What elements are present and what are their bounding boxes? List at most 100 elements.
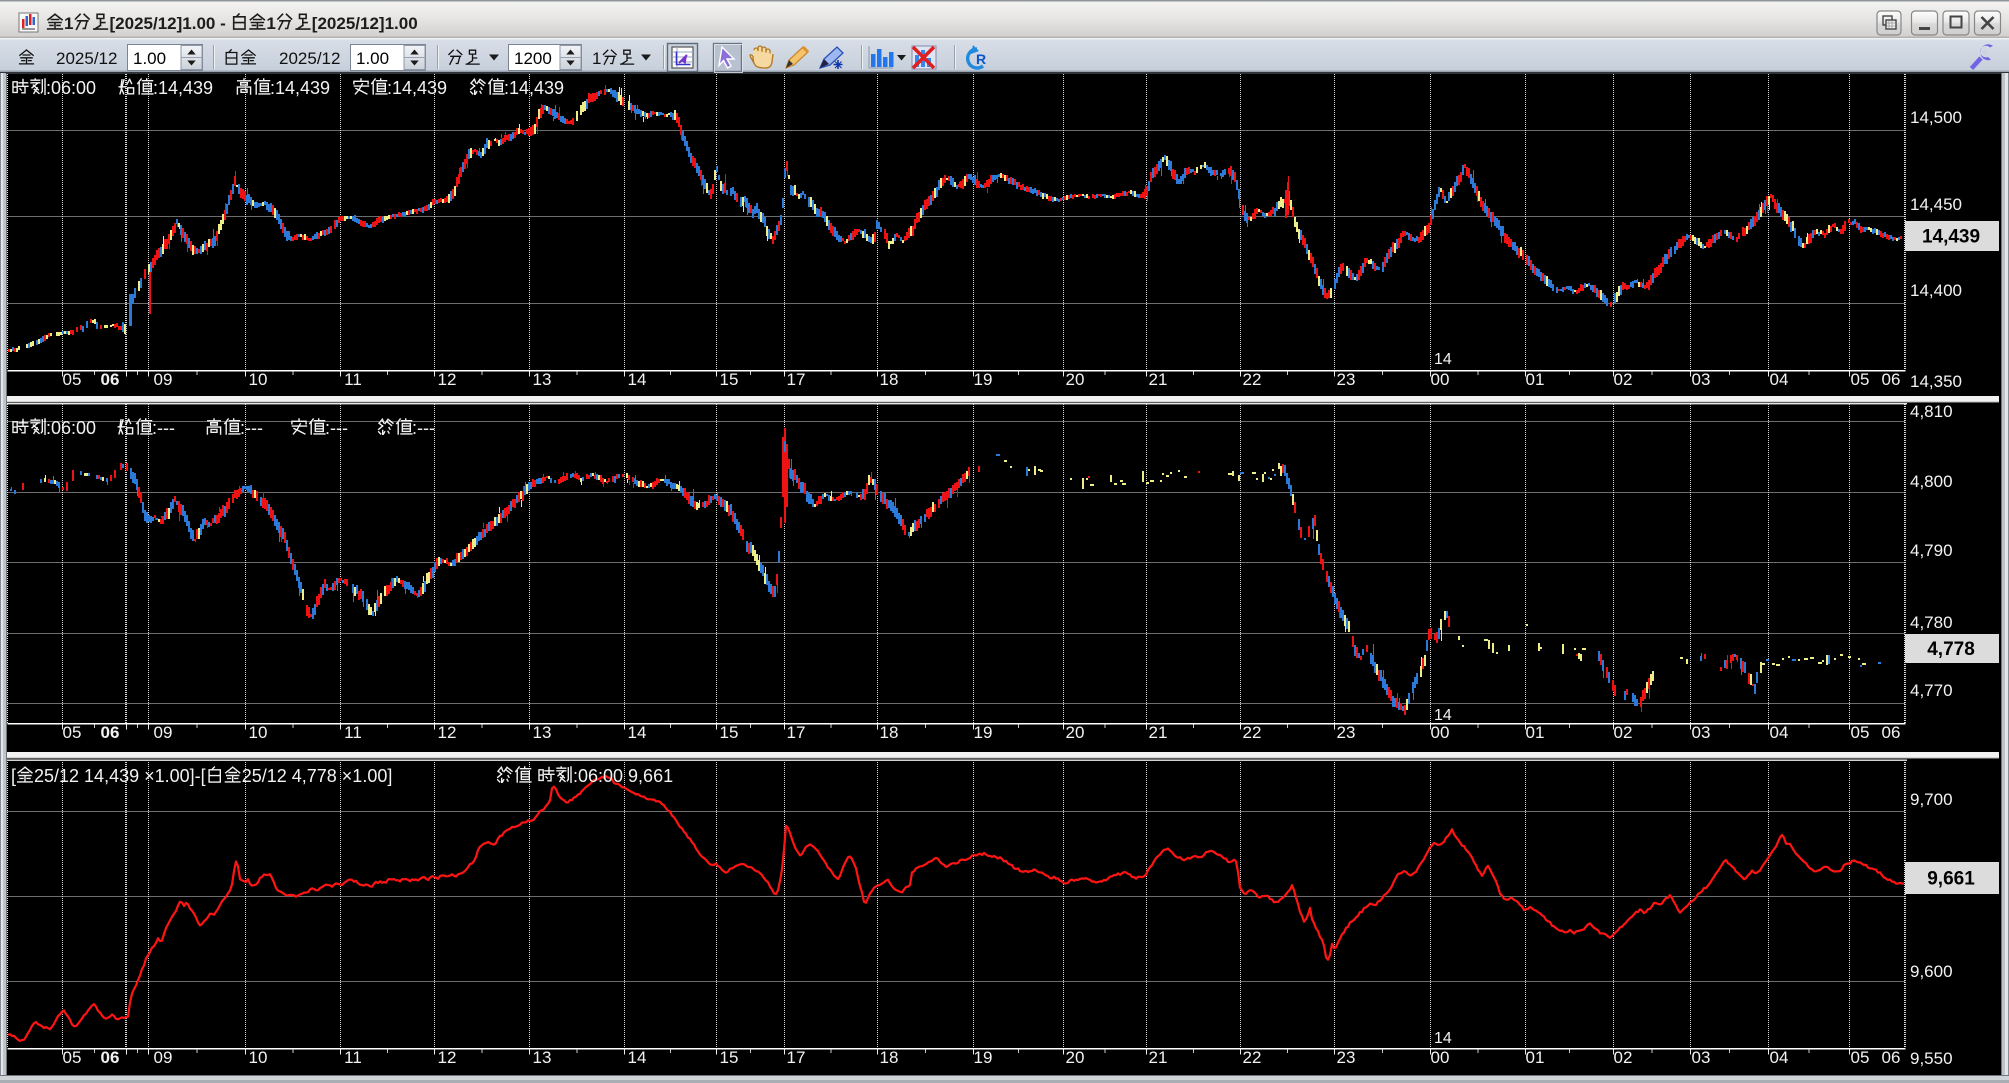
svg-text:23: 23 (1337, 1048, 1356, 1067)
svg-text:12: 12 (438, 1048, 457, 1067)
svg-text:06: 06 (101, 723, 120, 742)
svg-text::---: :--- (412, 418, 435, 438)
svg-text:22: 22 (1243, 370, 1262, 389)
svg-text:11: 11 (344, 723, 362, 742)
svg-text:15: 15 (720, 1048, 739, 1067)
svg-text:18: 18 (880, 723, 899, 742)
svg-text:04: 04 (1770, 723, 1789, 742)
svg-text:14: 14 (1434, 1030, 1452, 1047)
svg-text:00: 00 (1431, 1048, 1450, 1067)
svg-text::---: :--- (152, 418, 175, 438)
svg-text:06: 06 (1882, 370, 1901, 389)
svg-text:14,500: 14,500 (1910, 108, 1962, 127)
svg-text:17: 17 (787, 1048, 806, 1067)
svg-text:03: 03 (1692, 1048, 1711, 1067)
svg-text:4,790: 4,790 (1910, 541, 1953, 560)
svg-text:20: 20 (1066, 1048, 1085, 1067)
svg-text:12: 12 (438, 723, 457, 742)
svg-text:R: R (976, 51, 986, 67)
svg-text:05: 05 (1851, 723, 1870, 742)
svg-text:×1.00]-[: ×1.00]-[ (144, 766, 206, 786)
svg-text:20: 20 (1066, 723, 1085, 742)
svg-text::14,439: :14,439 (504, 78, 564, 98)
svg-text:12: 12 (438, 370, 457, 389)
svg-text:06: 06 (1882, 723, 1901, 742)
svg-text:9,600: 9,600 (1910, 962, 1953, 981)
svg-text:14: 14 (1434, 707, 1452, 724)
svg-text:05: 05 (1851, 370, 1870, 389)
svg-text:21: 21 (1149, 1048, 1168, 1067)
svg-text:1.00: 1.00 (133, 49, 166, 68)
svg-text:17: 17 (787, 370, 806, 389)
svg-text:02: 02 (1614, 723, 1633, 742)
svg-text:19: 19 (974, 370, 993, 389)
svg-text:1: 1 (266, 14, 275, 33)
svg-text:05: 05 (63, 1048, 82, 1067)
svg-text:20: 20 (1066, 370, 1085, 389)
svg-text:23: 23 (1337, 723, 1356, 742)
svg-text:13: 13 (533, 1048, 552, 1067)
svg-text:05: 05 (63, 723, 82, 742)
svg-text:00: 00 (1431, 370, 1450, 389)
svg-text:11: 11 (344, 1048, 362, 1067)
svg-text:05: 05 (63, 370, 82, 389)
svg-text:23: 23 (1337, 370, 1356, 389)
svg-text:25/12 4,778: 25/12 4,778 (242, 766, 337, 786)
svg-text:9,661: 9,661 (1927, 869, 1975, 890)
svg-text:04: 04 (1770, 370, 1789, 389)
svg-text:×1.00]: ×1.00] (342, 766, 393, 786)
svg-text:14: 14 (1434, 351, 1452, 368)
svg-text:21: 21 (1149, 723, 1168, 742)
svg-text:01: 01 (1526, 1048, 1545, 1067)
svg-text:4,800: 4,800 (1910, 472, 1953, 491)
svg-text:06: 06 (1882, 1048, 1901, 1067)
svg-text:9,700: 9,700 (1910, 790, 1953, 809)
svg-text::14,439: :14,439 (153, 78, 213, 98)
svg-text:14: 14 (628, 1048, 647, 1067)
svg-text:14: 14 (628, 723, 647, 742)
svg-text:14,450: 14,450 (1910, 195, 1962, 214)
svg-text:9,550: 9,550 (1910, 1049, 1953, 1068)
svg-text:05: 05 (1851, 1048, 1870, 1067)
svg-text:17: 17 (787, 723, 806, 742)
svg-text:10: 10 (249, 723, 268, 742)
svg-text::---: :--- (240, 418, 263, 438)
svg-text:14,439: 14,439 (1922, 227, 1980, 248)
svg-text:4,810: 4,810 (1910, 402, 1953, 421)
svg-text:03: 03 (1692, 723, 1711, 742)
svg-text:22: 22 (1243, 1048, 1262, 1067)
svg-text:02: 02 (1614, 370, 1633, 389)
svg-text:[2025/12]1.00: [2025/12]1.00 (312, 14, 418, 33)
svg-text:09: 09 (154, 1048, 173, 1067)
svg-text::06:00: :06:00 (46, 78, 96, 98)
svg-text::06:00 9,661: :06:00 9,661 (573, 766, 673, 786)
svg-text:1.00: 1.00 (356, 49, 389, 68)
svg-text:14,400: 14,400 (1910, 281, 1962, 300)
svg-text:06: 06 (101, 1048, 120, 1067)
svg-text:[: [ (11, 766, 16, 786)
svg-text:4,778: 4,778 (1927, 639, 1975, 660)
svg-text:1: 1 (64, 14, 73, 33)
svg-text:15: 15 (720, 723, 739, 742)
svg-text:15: 15 (720, 370, 739, 389)
svg-text:11: 11 (344, 370, 362, 389)
svg-text:10: 10 (249, 370, 268, 389)
svg-text:21: 21 (1149, 370, 1168, 389)
svg-text:00: 00 (1431, 723, 1450, 742)
svg-text:19: 19 (974, 723, 993, 742)
svg-text:03: 03 (1692, 370, 1711, 389)
svg-text:1200: 1200 (514, 49, 552, 68)
svg-text:01: 01 (1526, 723, 1545, 742)
svg-text:13: 13 (533, 723, 552, 742)
svg-text:4,780: 4,780 (1910, 613, 1953, 632)
svg-text:[2025/12]1.00 -: [2025/12]1.00 - (110, 14, 226, 33)
svg-text:10: 10 (249, 1048, 268, 1067)
svg-text:09: 09 (154, 723, 173, 742)
svg-text:13: 13 (533, 370, 552, 389)
svg-text:4,770: 4,770 (1910, 681, 1953, 700)
svg-text:18: 18 (880, 370, 899, 389)
svg-text:18: 18 (880, 1048, 899, 1067)
svg-text:25/12 14,439: 25/12 14,439 (34, 766, 139, 786)
svg-text::14,439: :14,439 (387, 78, 447, 98)
svg-text:19: 19 (974, 1048, 993, 1067)
